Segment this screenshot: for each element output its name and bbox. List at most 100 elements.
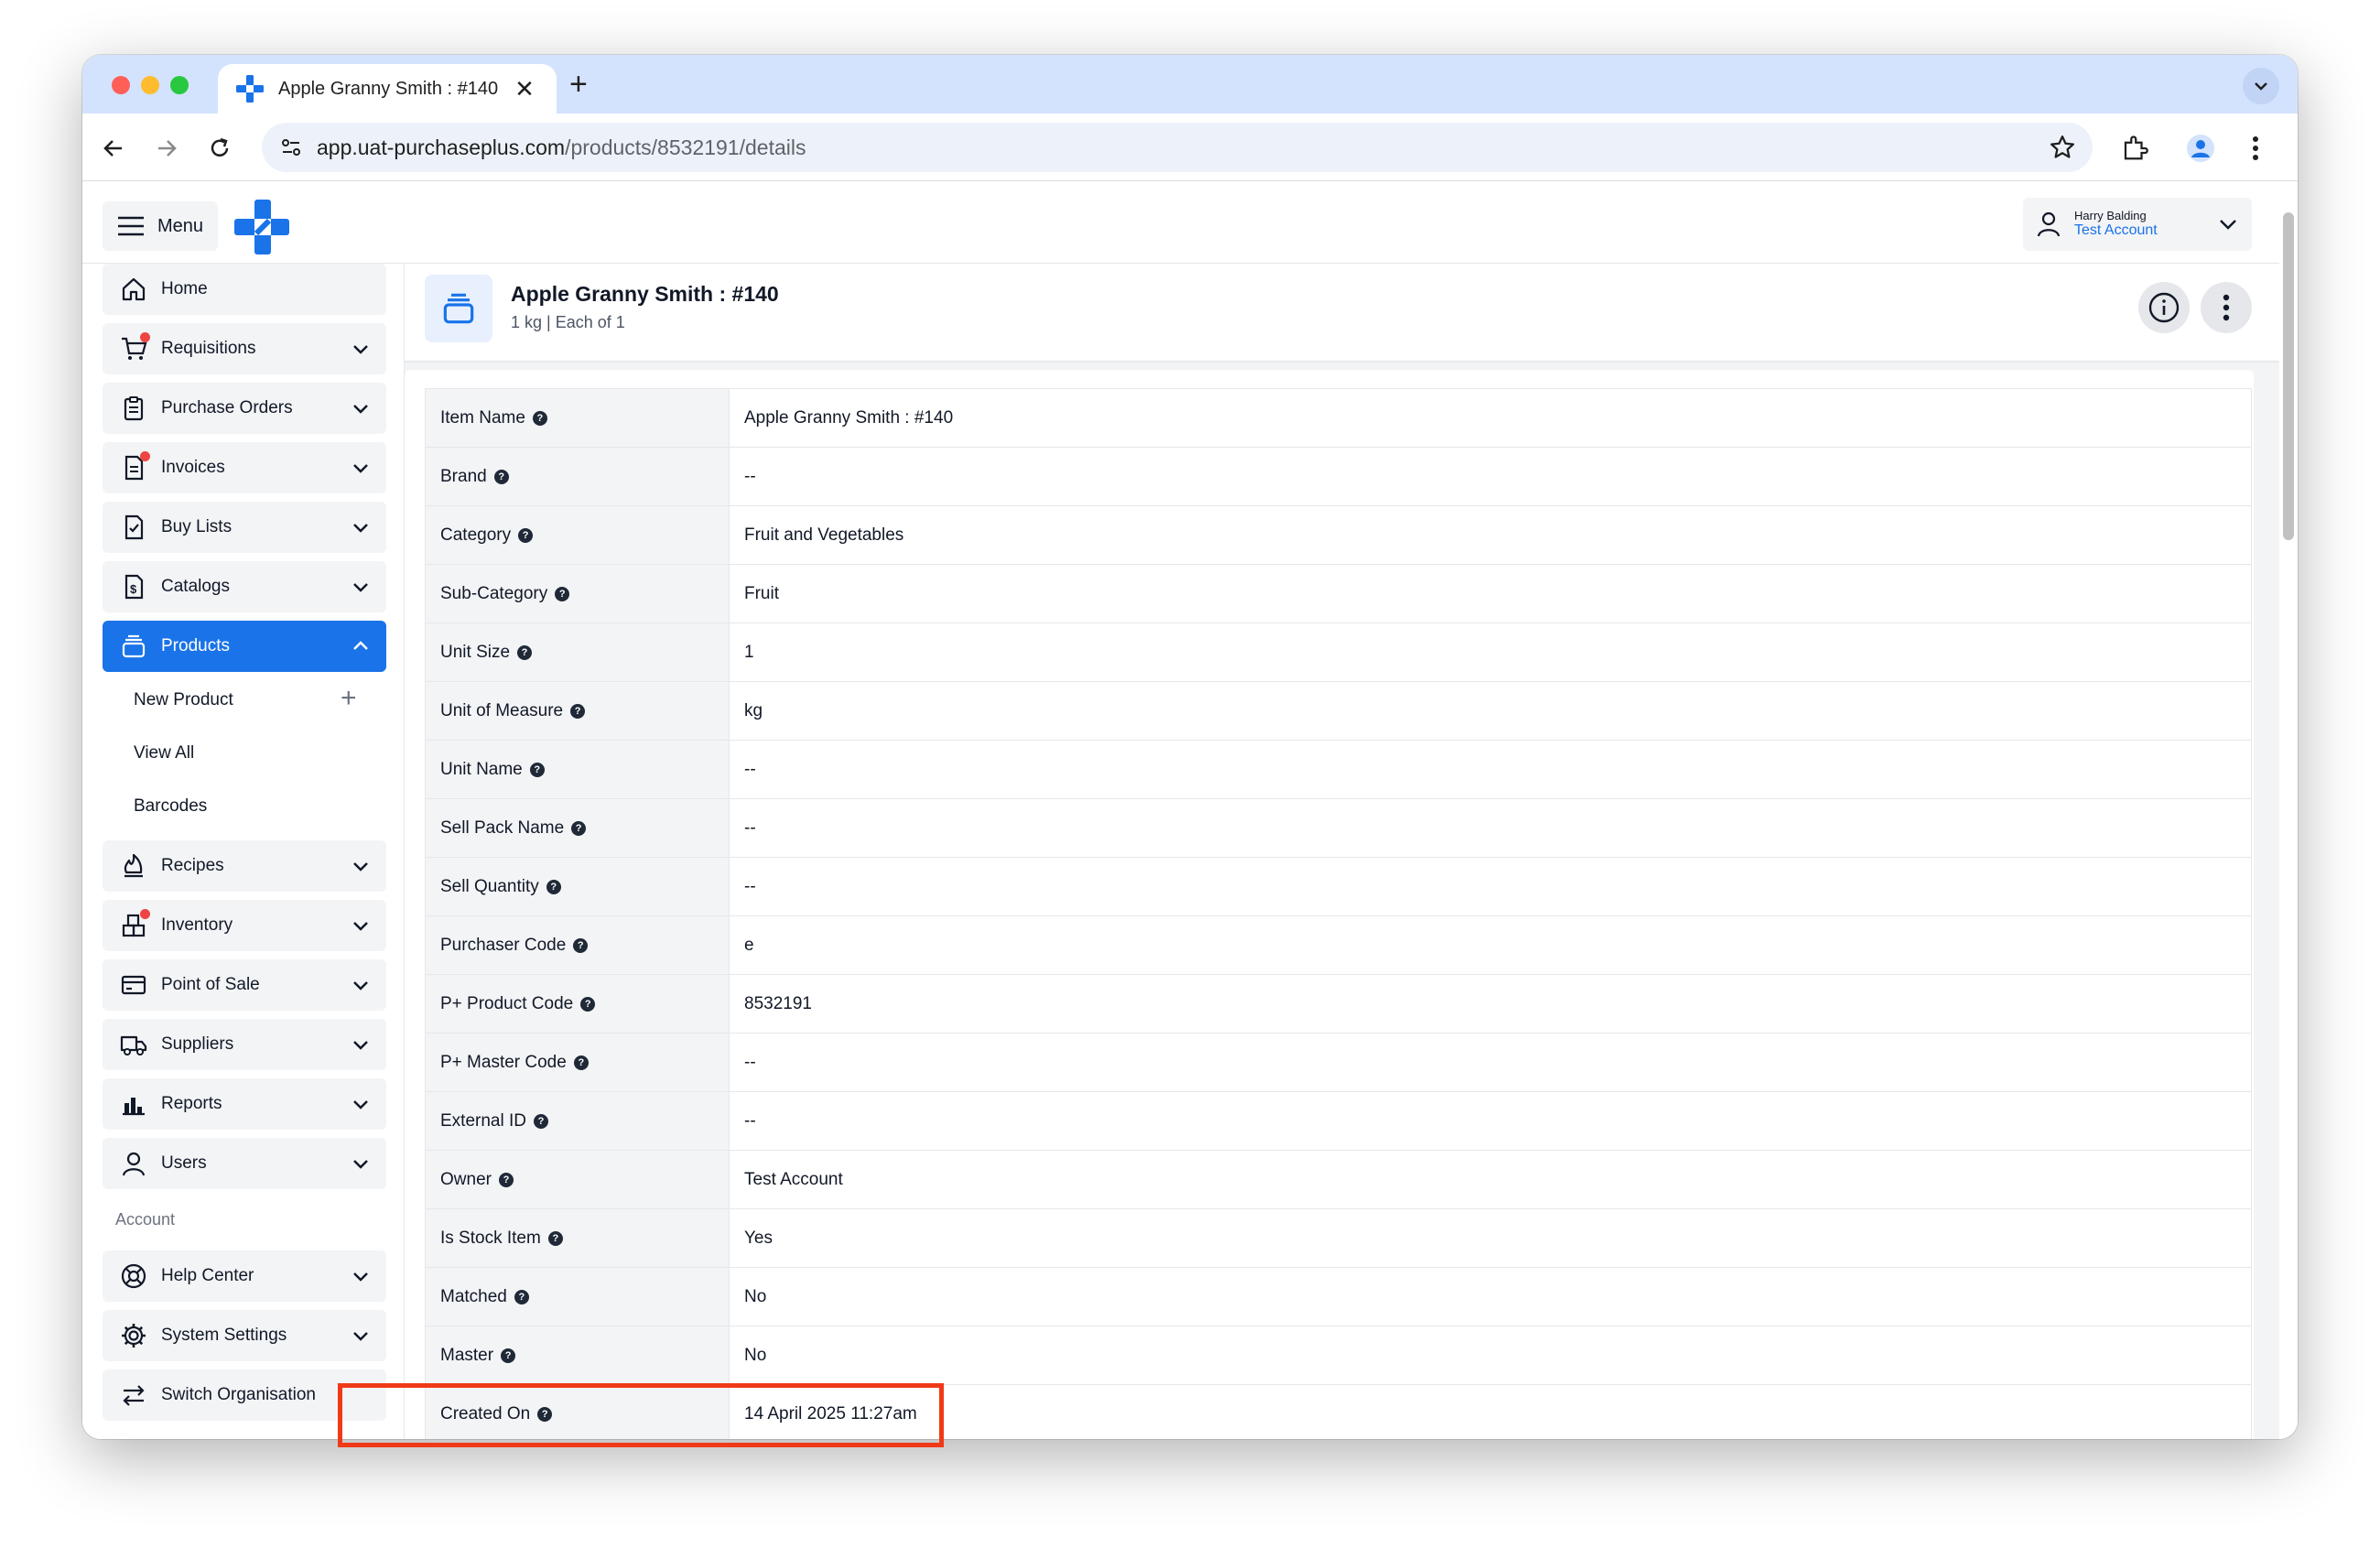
chevron-down-icon (350, 397, 372, 424)
field-label-text: Unit of Measure (440, 700, 564, 720)
switch-icon (119, 1380, 148, 1410)
sidebar-item-point-of-sale[interactable]: Point of Sale (103, 959, 386, 1011)
help-icon[interactable]: ? (493, 469, 509, 484)
tab-search-button[interactable] (2243, 68, 2279, 104)
field-value-p-master-code: -- (744, 1052, 756, 1072)
cart-icon (119, 332, 150, 363)
table-row: Purchaser Code? e (426, 916, 2251, 975)
browser-tab[interactable]: Apple Granny Smith : #140 ✕ (218, 64, 557, 114)
help-icon[interactable]: ? (537, 1406, 553, 1422)
help-icon[interactable]: ? (580, 996, 596, 1012)
field-label-text: Master (440, 1345, 494, 1365)
field-label-text: Unit Name (440, 759, 523, 779)
notification-dot (140, 451, 150, 461)
reload-button[interactable] (201, 130, 238, 167)
sidebar-item-catalogs[interactable]: $ Catalogs (103, 561, 386, 612)
sidebar-item-users[interactable]: Users (103, 1138, 386, 1189)
help-icon[interactable]: ? (517, 644, 533, 660)
help-icon[interactable]: ? (573, 937, 589, 953)
user-info: Harry Balding Test Account (2074, 209, 2158, 239)
sidebar-item-invoices[interactable]: Invoices (103, 442, 386, 493)
help-icon[interactable]: ? (570, 703, 586, 719)
browser-window: Apple Granny Smith : #140 ✕ + app.uat-pu… (82, 55, 2298, 1439)
site-settings-icon[interactable] (280, 136, 302, 158)
field-label-purchaser-code: Purchaser Code? (426, 916, 730, 974)
sidebar-item-products[interactable]: Products (103, 621, 386, 672)
user-icon (119, 1149, 148, 1178)
field-label-text: Is Stock Item (440, 1228, 541, 1248)
field-label-sell-quantity: Sell Quantity? (426, 858, 730, 915)
sidebar-item-help-center[interactable]: Help Center (103, 1250, 386, 1302)
scrollbar-thumb[interactable] (2283, 212, 2294, 540)
help-icon[interactable]: ? (571, 820, 587, 836)
address-bar[interactable]: app.uat-purchaseplus.com/products/853219… (262, 123, 2093, 172)
tab-close-icon[interactable]: ✕ (511, 77, 538, 101)
help-icon[interactable]: ? (518, 527, 534, 543)
table-row: Sell Pack Name? -- (426, 799, 2251, 858)
bookmark-star-icon[interactable] (2049, 134, 2076, 166)
chevron-down-icon (350, 1034, 372, 1060)
table-row: Item Name? Apple Granny Smith : #140 (426, 389, 2251, 448)
help-icon[interactable]: ? (498, 1172, 514, 1187)
user-menu-button[interactable]: Harry Balding Test Account (2023, 198, 2252, 251)
sidebar-item-purchase-orders[interactable]: Purchase Orders (103, 383, 386, 434)
help-icon[interactable]: ? (529, 762, 545, 777)
sidebar-item-buy-lists[interactable]: Buy Lists (103, 502, 386, 553)
field-value-created-on: 14 April 2025 11:27am (744, 1403, 917, 1424)
chevron-down-icon (350, 516, 372, 543)
more-options-button[interactable] (2201, 282, 2252, 333)
forward-button[interactable] (148, 130, 185, 167)
help-icon[interactable]: ? (546, 879, 561, 894)
sidebar-item-system-settings[interactable]: System Settings (103, 1310, 386, 1361)
table-row: Brand? -- (426, 448, 2251, 506)
sidebar-item-inventory[interactable]: Inventory (103, 900, 386, 951)
extensions-icon[interactable] (2116, 130, 2153, 167)
clipboard-icon (119, 394, 148, 423)
table-row: Unit Size? 1 (426, 623, 2251, 682)
sidebar-item-reports[interactable]: Reports (103, 1078, 386, 1130)
help-icon[interactable]: ? (547, 1230, 563, 1246)
url-path: /products/8532191/details (565, 135, 806, 159)
invoice-icon (119, 451, 150, 482)
help-icon[interactable]: ? (573, 1055, 589, 1070)
gear-icon (119, 1321, 148, 1350)
help-icon[interactable]: ? (555, 586, 570, 601)
sidebar-item-suppliers[interactable]: Suppliers (103, 1019, 386, 1070)
table-row: Master? No (426, 1326, 2251, 1385)
product-title: Apple Granny Smith : #140 (511, 282, 779, 306)
help-icon[interactable]: ? (532, 410, 547, 426)
sidebar-sub-view-all[interactable]: View All (134, 743, 194, 763)
profile-avatar-icon[interactable] (2182, 130, 2219, 167)
help-icon[interactable]: ? (514, 1289, 529, 1304)
browser-menu-icon[interactable] (2237, 130, 2274, 167)
back-button[interactable] (95, 130, 132, 167)
minimize-window-button[interactable] (141, 76, 159, 94)
page-scrollbar[interactable] (2279, 181, 2298, 1439)
field-value-purchaser-code: e (744, 935, 754, 955)
sidebar-item-recipes[interactable]: Recipes (103, 840, 386, 892)
sidebar-item-home[interactable]: Home (103, 264, 386, 315)
table-row: Unit of Measure? kg (426, 682, 2251, 741)
sidebar-item-requisitions[interactable]: Requisitions (103, 323, 386, 374)
field-label-text: Sub-Category (440, 583, 548, 603)
help-icon[interactable]: ? (533, 1113, 548, 1129)
maximize-window-button[interactable] (170, 76, 189, 94)
table-row: Owner? Test Account (426, 1151, 2251, 1209)
sidebar-sub-barcodes[interactable]: Barcodes (134, 796, 207, 817)
purchaseplus-logo[interactable] (234, 200, 289, 254)
card-icon (119, 970, 148, 1000)
sidebar-item-switch-organisation[interactable]: Switch Organisation (103, 1369, 386, 1421)
sidebar-sub-new-product[interactable]: New Product (134, 690, 233, 710)
url-host: app.uat-purchaseplus.com (317, 135, 566, 159)
plus-icon[interactable]: + (341, 685, 357, 712)
field-value-unit-size: 1 (744, 642, 754, 662)
table-row: Sell Quantity? -- (426, 858, 2251, 916)
new-tab-button[interactable]: + (569, 68, 588, 101)
close-window-button[interactable] (112, 76, 130, 94)
product-subtitle: 1 kg | Each of 1 (511, 313, 625, 331)
info-button[interactable] (2138, 282, 2190, 333)
chevron-down-icon (350, 1153, 372, 1179)
menu-button[interactable]: Menu (103, 201, 218, 251)
svg-text:$: $ (130, 582, 137, 596)
help-icon[interactable]: ? (501, 1348, 516, 1363)
